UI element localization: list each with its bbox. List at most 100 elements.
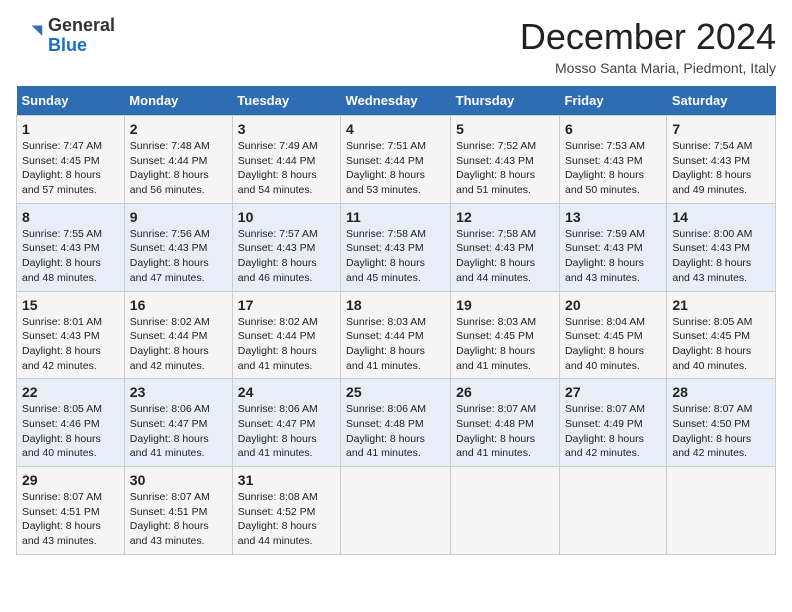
cell-info: Sunrise: 8:06 AMSunset: 4:48 PMDaylight:… <box>346 403 426 459</box>
calendar-cell: 22Sunrise: 8:05 AMSunset: 4:46 PMDayligh… <box>17 379 125 467</box>
cell-info: Sunrise: 7:47 AMSunset: 4:45 PMDaylight:… <box>22 140 102 196</box>
calendar-cell: 3Sunrise: 7:49 AMSunset: 4:44 PMDaylight… <box>232 116 340 204</box>
calendar-cell <box>560 467 667 555</box>
column-header-sunday: Sunday <box>17 86 125 116</box>
calendar-header-row: SundayMondayTuesdayWednesdayThursdayFrid… <box>17 86 776 116</box>
calendar-cell: 21Sunrise: 8:05 AMSunset: 4:45 PMDayligh… <box>667 291 776 379</box>
cell-info: Sunrise: 7:52 AMSunset: 4:43 PMDaylight:… <box>456 140 536 196</box>
cell-info: Sunrise: 7:58 AMSunset: 4:43 PMDaylight:… <box>346 228 426 284</box>
cell-info: Sunrise: 8:03 AMSunset: 4:45 PMDaylight:… <box>456 316 536 372</box>
calendar-week-0: 1 Sunrise: 7:47 AMSunset: 4:45 PMDaylight… <box>17 116 776 204</box>
day-number: 10 <box>238 209 335 225</box>
calendar-cell: 12 Sunrise: 7:58 AMSunset: 4:43 PMDayligh… <box>451 203 560 291</box>
calendar-table: SundayMondayTuesdayWednesdayThursdayFrid… <box>16 86 776 555</box>
logo-general: General <box>48 15 115 35</box>
day-number: 8 <box>22 209 119 225</box>
cell-info: Sunrise: 7:56 AMSunset: 4:43 PMDaylight:… <box>130 228 210 284</box>
cell-info: Sunrise: 7:48 AMSunset: 4:44 PMDaylight:… <box>130 140 210 196</box>
day-number: 16 <box>130 297 227 313</box>
cell-info: Sunrise: 8:01 AMSunset: 4:43 PMDaylight:… <box>22 316 102 372</box>
calendar-cell: 7 Sunrise: 7:54 AMSunset: 4:43 PMDaylight… <box>667 116 776 204</box>
calendar-cell: 1 Sunrise: 7:47 AMSunset: 4:45 PMDaylight… <box>17 116 125 204</box>
calendar-cell: 8 Sunrise: 7:55 AMSunset: 4:43 PMDaylight… <box>17 203 125 291</box>
calendar-cell: 18 Sunrise: 8:03 AMSunset: 4:44 PMDayligh… <box>341 291 451 379</box>
calendar-cell: 15 Sunrise: 8:01 AMSunset: 4:43 PMDayligh… <box>17 291 125 379</box>
calendar-cell: 9 Sunrise: 7:56 AMSunset: 4:43 PMDaylight… <box>124 203 232 291</box>
location: Mosso Santa Maria, Piedmont, Italy <box>520 60 776 76</box>
cell-info: Sunrise: 8:07 AMSunset: 4:48 PMDaylight:… <box>456 403 536 459</box>
cell-info: Sunrise: 7:58 AMSunset: 4:43 PMDaylight:… <box>456 228 536 284</box>
cell-info: Sunrise: 7:54 AMSunset: 4:43 PMDaylight:… <box>672 140 752 196</box>
calendar-cell: 11 Sunrise: 7:58 AMSunset: 4:43 PMDayligh… <box>341 203 451 291</box>
day-number: 18 <box>346 297 445 313</box>
column-header-monday: Monday <box>124 86 232 116</box>
column-header-thursday: Thursday <box>451 86 560 116</box>
cell-info: Sunrise: 8:02 AMSunset: 4:44 PMDaylight:… <box>130 316 210 372</box>
calendar-cell: 5 Sunrise: 7:52 AMSunset: 4:43 PMDaylight… <box>451 116 560 204</box>
month-title: December 2024 <box>520 16 776 58</box>
cell-info: Sunrise: 8:03 AMSunset: 4:44 PMDaylight:… <box>346 316 426 372</box>
cell-info: Sunrise: 8:07 AMSunset: 4:51 PMDaylight:… <box>130 491 210 547</box>
day-number: 2 <box>130 121 227 137</box>
cell-info: Sunrise: 8:07 AMSunset: 4:50 PMDaylight:… <box>672 403 752 459</box>
calendar-cell: 2 Sunrise: 7:48 AMSunset: 4:44 PMDaylight… <box>124 116 232 204</box>
cell-info: Sunrise: 8:02 AMSunset: 4:44 PMDaylight:… <box>238 316 318 372</box>
day-number: 23 <box>130 384 227 400</box>
cell-info: Sunrise: 8:04 AMSunset: 4:45 PMDaylight:… <box>565 316 645 372</box>
calendar-cell <box>667 467 776 555</box>
cell-info: Sunrise: 8:06 AMSunset: 4:47 PMDaylight:… <box>238 403 318 459</box>
column-header-wednesday: Wednesday <box>341 86 451 116</box>
day-number: 5 <box>456 121 554 137</box>
calendar-cell: 29 Sunrise: 8:07 AMSunset: 4:51 PMDayligh… <box>17 467 125 555</box>
cell-info: Sunrise: 7:57 AMSunset: 4:43 PMDaylight:… <box>238 228 318 284</box>
cell-info: Sunrise: 8:00 AMSunset: 4:43 PMDaylight:… <box>672 228 752 284</box>
calendar-week-1: 8 Sunrise: 7:55 AMSunset: 4:43 PMDaylight… <box>17 203 776 291</box>
day-number: 15 <box>22 297 119 313</box>
column-header-saturday: Saturday <box>667 86 776 116</box>
day-number: 13 <box>565 209 661 225</box>
day-number: 1 <box>22 121 119 137</box>
day-number: 14 <box>672 209 770 225</box>
cell-info: Sunrise: 8:08 AMSunset: 4:52 PMDaylight:… <box>238 491 318 547</box>
logo-text: General Blue <box>48 16 115 56</box>
calendar-body: 1 Sunrise: 7:47 AMSunset: 4:45 PMDaylight… <box>17 116 776 555</box>
column-header-tuesday: Tuesday <box>232 86 340 116</box>
day-number: 27 <box>565 384 661 400</box>
day-number: 7 <box>672 121 770 137</box>
calendar-cell: 27 Sunrise: 8:07 AMSunset: 4:49 PMDayligh… <box>560 379 667 467</box>
day-number: 26 <box>456 384 554 400</box>
day-number: 20 <box>565 297 661 313</box>
calendar-cell <box>451 467 560 555</box>
calendar-cell <box>341 467 451 555</box>
day-number: 11 <box>346 209 445 225</box>
day-number: 12 <box>456 209 554 225</box>
calendar-cell: 19 Sunrise: 8:03 AMSunset: 4:45 PMDayligh… <box>451 291 560 379</box>
day-number: 24 <box>238 384 335 400</box>
day-number: 28 <box>672 384 770 400</box>
cell-info: Sunrise: 8:06 AMSunset: 4:47 PMDaylight:… <box>130 403 210 459</box>
calendar-cell: 20 Sunrise: 8:04 AMSunset: 4:45 PMDayligh… <box>560 291 667 379</box>
cell-info: Sunrise: 7:55 AMSunset: 4:43 PMDaylight:… <box>22 228 102 284</box>
day-number: 19 <box>456 297 554 313</box>
calendar-cell: 13Sunrise: 7:59 AMSunset: 4:43 PMDayligh… <box>560 203 667 291</box>
cell-info: Sunrise: 8:05 AMSunset: 4:45 PMDaylight:… <box>672 316 752 372</box>
calendar-week-2: 15 Sunrise: 8:01 AMSunset: 4:43 PMDayligh… <box>17 291 776 379</box>
calendar-cell: 28 Sunrise: 8:07 AMSunset: 4:50 PMDayligh… <box>667 379 776 467</box>
logo-icon <box>16 22 44 50</box>
calendar-cell: 10 Sunrise: 7:57 AMSunset: 4:43 PMDayligh… <box>232 203 340 291</box>
day-number: 3 <box>238 121 335 137</box>
day-number: 9 <box>130 209 227 225</box>
day-number: 4 <box>346 121 445 137</box>
calendar-cell: 30Sunrise: 8:07 AMSunset: 4:51 PMDayligh… <box>124 467 232 555</box>
day-number: 29 <box>22 472 119 488</box>
day-number: 22 <box>22 384 119 400</box>
calendar-week-4: 29 Sunrise: 8:07 AMSunset: 4:51 PMDayligh… <box>17 467 776 555</box>
calendar-cell: 24 Sunrise: 8:06 AMSunset: 4:47 PMDayligh… <box>232 379 340 467</box>
cell-info: Sunrise: 8:07 AMSunset: 4:51 PMDaylight:… <box>22 491 102 547</box>
cell-info: Sunrise: 7:53 AMSunset: 4:43 PMDaylight:… <box>565 140 645 196</box>
calendar-cell: 4Sunrise: 7:51 AMSunset: 4:44 PMDaylight… <box>341 116 451 204</box>
column-header-friday: Friday <box>560 86 667 116</box>
calendar-cell: 25Sunrise: 8:06 AMSunset: 4:48 PMDayligh… <box>341 379 451 467</box>
cell-info: Sunrise: 8:07 AMSunset: 4:49 PMDaylight:… <box>565 403 645 459</box>
calendar-cell: 26 Sunrise: 8:07 AMSunset: 4:48 PMDayligh… <box>451 379 560 467</box>
